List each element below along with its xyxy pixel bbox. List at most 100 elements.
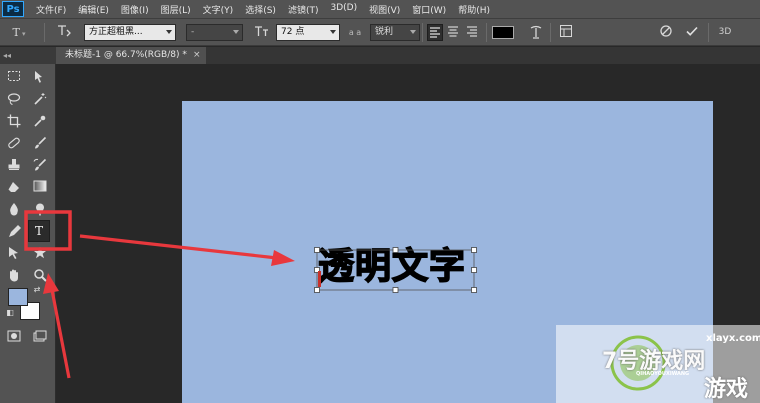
chevron-down-icon [233,30,239,34]
warp-text-icon [530,25,542,39]
align-center-icon [448,26,458,37]
magic-wand-icon [34,93,47,105]
menu-type[interactable]: 文字(Y) [203,3,234,16]
stamp-icon [8,159,20,170]
chevron-down-icon: ▾ [19,30,26,38]
clone-stamp-tool[interactable] [4,158,24,176]
cancel-icon [660,25,672,37]
font-family-select[interactable]: 方正超粗黑... [84,24,176,41]
foreground-color-swatch[interactable] [8,288,28,306]
type-tool[interactable]: T [28,220,50,242]
font-size-icon [252,24,272,41]
document-tab-title: 未标题-1 @ 66.7%(RGB/8) * [65,50,187,60]
move-tool[interactable] [30,70,50,88]
text-orientation-icon [58,25,71,37]
path-selection-icon [9,247,18,259]
screen-mode-button[interactable] [30,330,50,348]
gradient-icon [33,180,47,192]
quick-mask-icon [7,330,21,342]
menu-items: 文件(F) 编辑(E) 图像(I) 图层(L) 文字(Y) 选择(S) 滤镜(T… [36,3,502,16]
watermark-site: xlayx.com [706,333,760,344]
brush-icon [35,136,47,149]
menu-layer[interactable]: 图层(L) [161,3,191,16]
options-bar: T ▾ 方正超粗黑... - 72 点 a a 锐利 3D [0,18,760,46]
crop-icon [7,114,21,128]
eraser-tool[interactable] [4,180,24,198]
hand-icon [10,269,18,282]
antialias-icon: a a [348,28,362,37]
path-selection-tool[interactable] [4,246,24,264]
menu-help[interactable]: 帮助(H) [458,3,490,16]
brush-tool[interactable] [30,136,50,154]
antialias-select[interactable]: 锐利 [370,24,420,41]
dodge-tool[interactable] [30,202,50,220]
type-tool-icon: T [12,26,20,39]
tool-preset-picker[interactable]: T ▾ [6,24,32,41]
cancel-edits-button[interactable] [657,24,675,41]
quick-mask-button[interactable] [4,330,24,348]
shape-icon [34,247,46,259]
menu-view[interactable]: 视图(V) [369,3,400,16]
lasso-tool[interactable] [4,92,24,110]
font-family-value: 方正超粗黑... [89,27,143,37]
menu-3d[interactable]: 3D(D) [330,3,357,16]
orientation-toggle-button[interactable] [54,24,74,41]
eyedropper-icon [34,115,46,127]
document-tab[interactable]: 未标题-1 @ 66.7%(RGB/8) * × [56,47,206,64]
ps-logo: Ps [2,1,24,17]
marquee-tool[interactable] [4,70,24,88]
close-icon[interactable]: × [193,47,201,64]
history-brush-icon [33,158,47,171]
text-color-fill [493,27,513,38]
swap-colors-icon[interactable]: ⇄ [31,285,43,295]
menu-file[interactable]: 文件(F) [36,3,66,16]
bandage-icon [8,137,20,149]
blur-tool[interactable] [4,202,24,220]
watermark-sub: 游戏 [704,377,749,402]
font-size-select[interactable]: 72 点 [276,24,340,41]
custom-shape-tool[interactable] [30,246,50,264]
panels-icon [560,25,572,37]
lasso-icon [7,93,21,105]
crop-tool[interactable] [4,114,24,132]
menu-bar: Ps 文件(F) 编辑(E) 图像(I) 图层(L) 文字(Y) 选择(S) 滤… [0,0,760,18]
font-style-select[interactable]: - [186,24,243,41]
photoshop-window: Ps 文件(F) 编辑(E) 图像(I) 图层(L) 文字(Y) 选择(S) 滤… [0,0,760,403]
gradient-tool[interactable] [30,180,50,198]
pen-icon [9,225,21,237]
align-right-button[interactable] [465,24,481,41]
menu-select[interactable]: 选择(S) [245,3,276,16]
align-right-icon [467,26,477,37]
watermark: xlayx.com 7号游戏网 QIHAOYOUXIWANG 游戏 [556,325,760,403]
menu-filter[interactable]: 滤镜(T) [288,3,319,16]
zoom-tool[interactable] [30,268,50,286]
font-style-value: - [191,27,195,37]
blur-drop-icon [10,203,18,216]
dodge-icon [36,203,44,216]
menu-edit[interactable]: 编辑(E) [78,3,109,16]
3d-button[interactable]: 3D [714,24,736,41]
menu-image[interactable]: 图像(I) [121,3,149,16]
default-colors-icon[interactable]: ◧ [4,308,16,318]
text-color-swatch[interactable] [492,26,514,39]
align-left-button[interactable] [427,24,443,41]
magic-wand-tool[interactable] [30,92,50,110]
align-left-icon [430,27,440,38]
commit-edits-button[interactable] [683,24,701,41]
character-panel-button[interactable] [557,24,575,41]
align-center-button[interactable] [446,24,462,41]
hand-tool[interactable] [4,268,24,286]
screen-mode-icon [33,330,47,342]
zoom-icon [34,269,47,282]
checkmark-icon [686,26,698,36]
marquee-icon [8,71,20,81]
history-brush-tool[interactable] [30,158,50,176]
eyedropper-tool[interactable] [30,114,50,132]
toolbox-collapse-button[interactable]: ◂◂ [0,47,56,64]
pen-tool[interactable] [4,224,24,242]
watermark-pinyin: QIHAOYOUXIWANG [636,371,690,377]
type-tool-icon: T [34,224,43,238]
healing-brush-tool[interactable] [4,136,24,154]
menu-window[interactable]: 窗口(W) [412,3,446,16]
warp-text-button[interactable] [527,24,545,41]
